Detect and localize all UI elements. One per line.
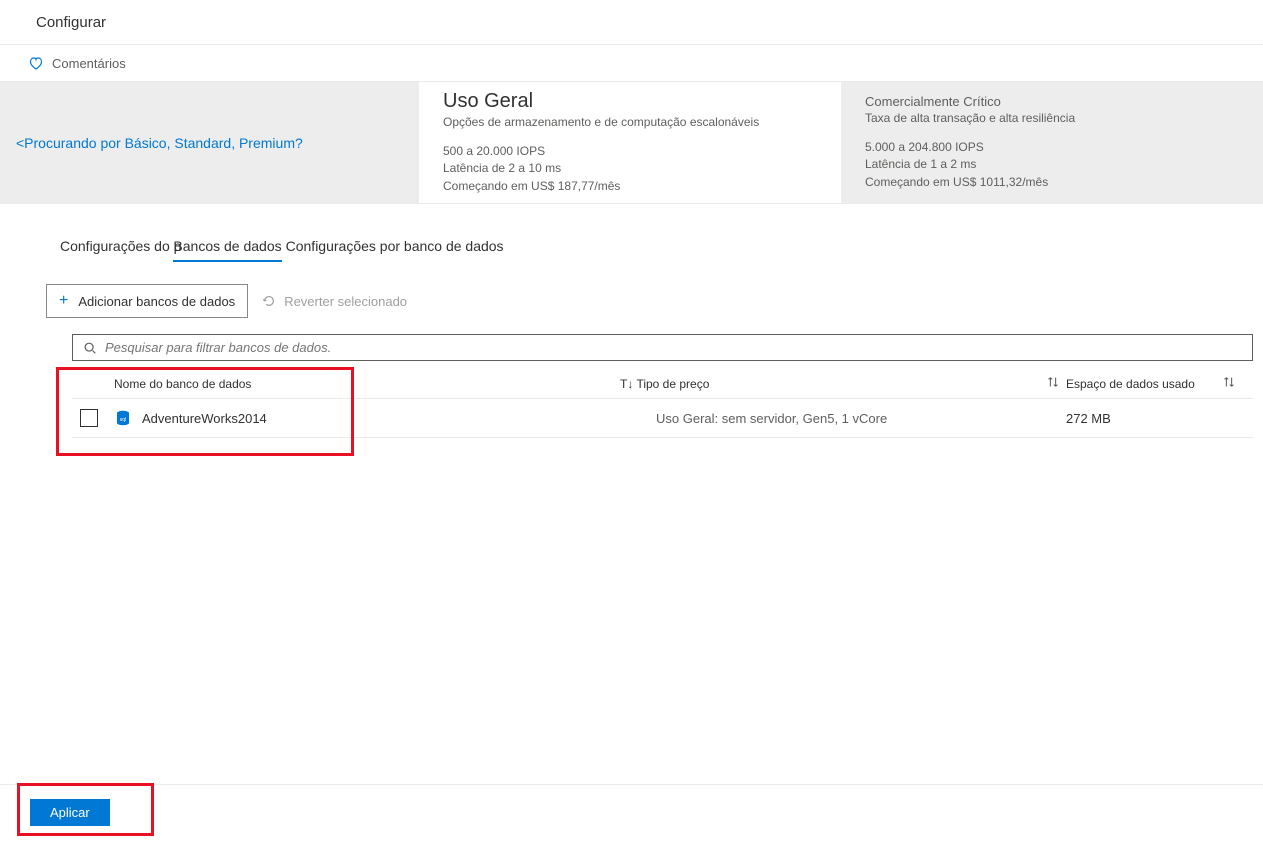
footer: Aplicar <box>0 784 1263 844</box>
tier-left-panel: <Procurando por Básico, Standard, Premiu… <box>0 82 419 203</box>
col-space-header[interactable]: Espaço de dados usado <box>1066 377 1216 391</box>
feedback-bar[interactable]: Comentários <box>0 45 1263 82</box>
search-row <box>0 328 1263 361</box>
col-name-header[interactable]: Nome do banco de dados <box>110 377 620 391</box>
revert-label: Reverter selecionado <box>284 294 407 309</box>
tier-card-general[interactable]: Uso Geral Opções de armazenamento e de c… <box>419 82 841 203</box>
search-icon <box>83 341 97 355</box>
search-box[interactable] <box>72 334 1253 361</box>
db-name: AdventureWorks2014 <box>142 411 267 426</box>
tab-pool-settings[interactable]: Configurações do p <box>60 238 181 260</box>
database-icon: sql <box>114 409 132 427</box>
toolbar: + Adicionar bancos de dados Reverter sel… <box>0 262 1263 328</box>
undo-icon <box>262 294 276 308</box>
add-label: Adicionar bancos de dados <box>78 294 235 309</box>
tier-price-value: Começando em US$ 1011,32/ <box>865 175 1026 189</box>
sort-tier[interactable] <box>1040 375 1066 392</box>
tier-price-suffix: mês <box>1026 175 1049 189</box>
plus-icon: + <box>59 293 68 309</box>
tier-title: Comercialmente Crítico <box>865 94 1239 109</box>
add-databases-button[interactable]: + Adicionar bancos de dados <box>46 284 248 318</box>
tier-price: Começando em US$ 1011,32/mês <box>865 174 1239 191</box>
tier-latency: Latência de 1 a 2 ms <box>865 156 1239 173</box>
db-tier: Uso Geral: sem servidor, Gen5, 1 vCore <box>620 411 1040 426</box>
row-checkbox[interactable] <box>80 409 98 427</box>
tier-strip: <Procurando por Básico, Standard, Premiu… <box>0 82 1263 204</box>
tier-subtitle: Taxa de alta transação e alta resiliênci… <box>865 111 1239 125</box>
tier-title: Uso Geral <box>443 90 817 113</box>
sort-icon <box>1222 375 1236 389</box>
heart-icon <box>28 55 44 71</box>
table-row[interactable]: sql AdventureWorks2014 Uso Geral: sem se… <box>72 399 1253 438</box>
tier-latency: Latência de 2 a 10 ms <box>443 160 817 177</box>
tier-iops: 5.000 a 204.800 IOPS <box>865 139 1239 156</box>
db-space: 272 MB <box>1066 411 1216 426</box>
tabs-row: Configurações do p Bancos de dados Confi… <box>0 238 1263 262</box>
col-tier-header[interactable]: T↓ Tipo de preço <box>620 377 1040 391</box>
feedback-label: Comentários <box>52 56 126 71</box>
apply-button[interactable]: Aplicar <box>30 799 110 826</box>
tier-subtitle: Opções de armazenamento e de computação … <box>443 115 817 129</box>
tier-iops: 500 a 20.000 IOPS <box>443 143 817 160</box>
looking-for-link[interactable]: <Procurando por Básico, Standard, Premiu… <box>16 135 303 151</box>
svg-text:sql: sql <box>120 417 126 423</box>
tab-databases[interactable]: Bancos de dados <box>173 238 281 262</box>
tier-card-critical[interactable]: Comercialmente Crítico Taxa de alta tran… <box>841 82 1263 203</box>
tier-price-value: Começando em US$ 187,77/ <box>443 179 598 193</box>
table-header: Nome do banco de dados T↓ Tipo de preço … <box>72 369 1253 399</box>
page-title: Configurar <box>0 0 1263 45</box>
tab-per-database[interactable]: Configurações por banco de dados <box>286 238 504 260</box>
content-area: Configurações do p Bancos de dados Confi… <box>0 204 1263 438</box>
tier-price-suffix: mês <box>598 179 621 193</box>
search-input[interactable] <box>105 340 1242 355</box>
sort-space[interactable] <box>1216 375 1242 392</box>
tier-price: Começando em US$ 187,77/mês <box>443 178 817 195</box>
databases-table: Nome do banco de dados T↓ Tipo de preço … <box>0 361 1263 438</box>
sort-icon <box>1046 375 1060 389</box>
revert-selected-button[interactable]: Reverter selecionado <box>262 294 407 309</box>
